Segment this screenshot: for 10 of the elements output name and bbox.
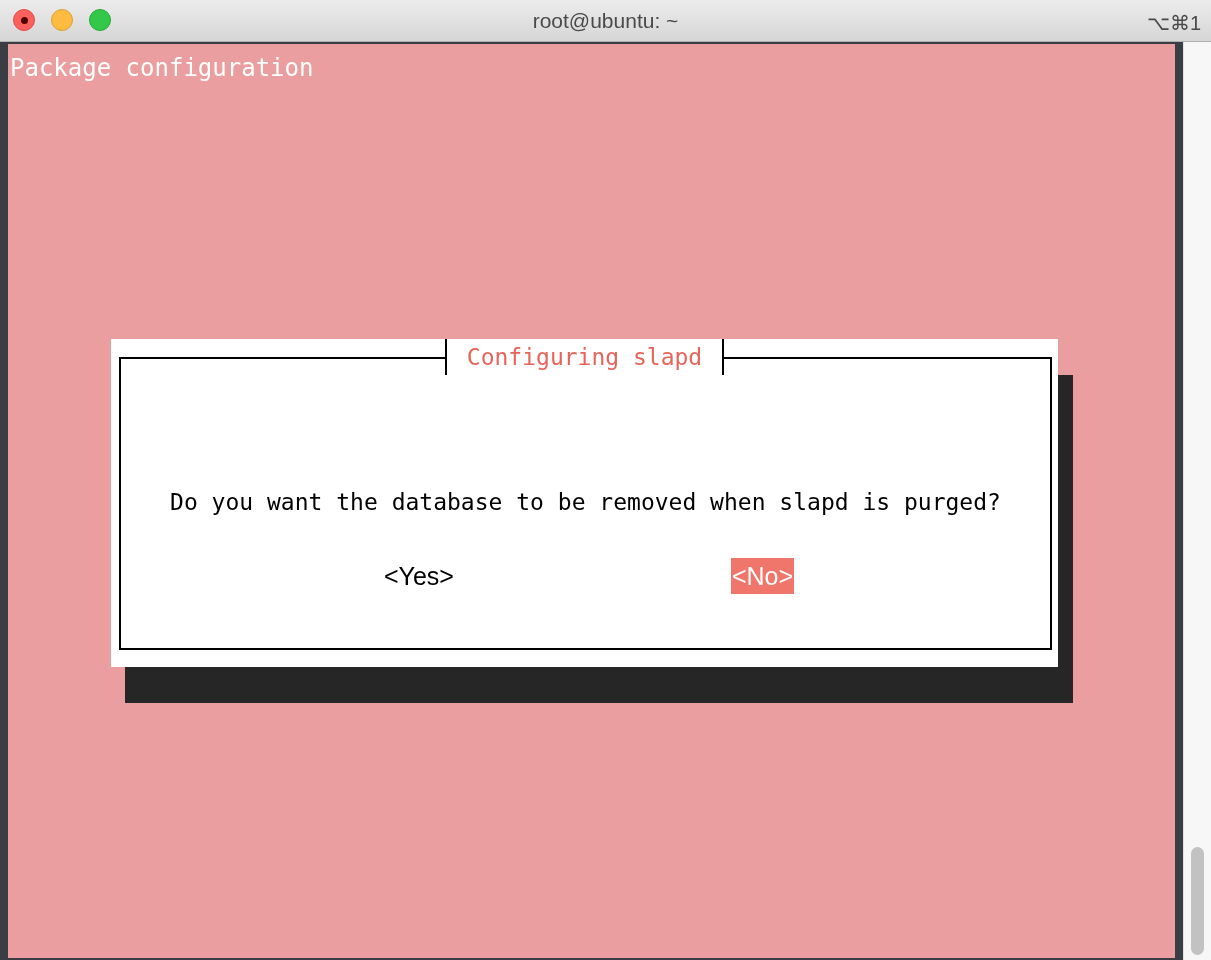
close-button[interactable] bbox=[13, 9, 35, 31]
shortcut-label: ⌥⌘1 bbox=[1146, 11, 1201, 36]
minimize-button[interactable] bbox=[51, 9, 73, 31]
dialog-title: Configuring slapd bbox=[444, 339, 725, 375]
zoom-button[interactable] bbox=[89, 9, 111, 31]
scrollbar-thumb[interactable] bbox=[1191, 847, 1204, 955]
dialog-button[interactable]: <Yes> bbox=[382, 557, 455, 594]
dialog-message: Do you want the database to be removed when slapd is purged? bbox=[170, 488, 1001, 517]
window-title: root@ubuntu: ~ bbox=[532, 7, 679, 34]
header-text: Package configuration bbox=[10, 54, 314, 82]
